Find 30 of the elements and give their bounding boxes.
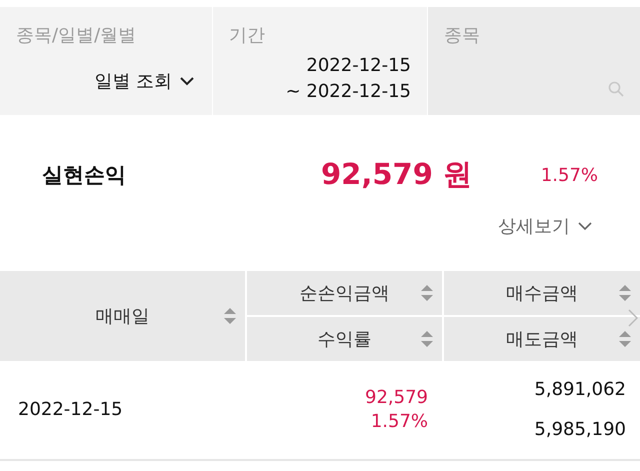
summary-label: 실현손익 — [42, 162, 127, 189]
realized-profit-amount: 92,579 원 — [320, 156, 472, 193]
search-button[interactable] — [608, 81, 624, 97]
sort-icon[interactable] — [420, 330, 434, 348]
sort-icon[interactable] — [420, 284, 434, 302]
period-dropdown[interactable]: 일별 조회 — [92, 69, 196, 93]
table-cell: 2022-12-15 — [18, 398, 123, 422]
date-range-text[interactable]: ~ 2022-12-15 — [286, 79, 411, 105]
table-cell: 92,579 — [365, 386, 428, 410]
table-cell: 1.57% — [370, 410, 428, 434]
table-cell-text: 5,891,062 — [534, 378, 626, 402]
chevron-down-icon — [180, 76, 194, 86]
column-header[interactable]: 매매일 — [0, 271, 245, 361]
details-link[interactable]: 상세보기 — [498, 213, 592, 239]
filter-label: 종목/일별/월별 — [16, 24, 138, 47]
profit-rate: 1.57% — [540, 164, 598, 186]
chevron-down-icon — [578, 222, 592, 230]
date-range-text[interactable]: 2022-12-15 — [306, 53, 411, 79]
table-cell-text: 5,985,190 — [534, 418, 626, 442]
column-header[interactable]: 매도금액 — [444, 317, 640, 361]
filter-label: 종목 — [444, 24, 481, 47]
sort-icon[interactable] — [618, 330, 632, 348]
filter-label: 기간 — [229, 24, 266, 47]
sort-icon[interactable] — [223, 307, 237, 325]
search-icon — [608, 81, 624, 97]
column-header[interactable]: 순손익금액 — [247, 271, 442, 315]
sort-icon[interactable] — [618, 284, 632, 302]
column-header[interactable]: 수익률 — [247, 317, 442, 361]
chevron-right-icon — [628, 309, 638, 327]
column-header[interactable]: 매수금액 — [444, 271, 640, 315]
